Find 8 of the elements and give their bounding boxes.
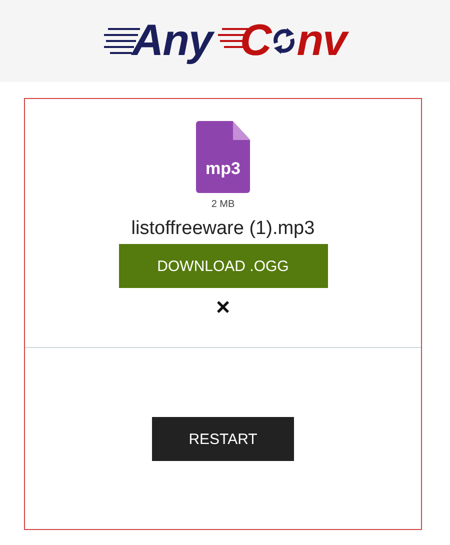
refresh-arrows-icon — [270, 25, 297, 57]
file-name: listoffreeware (1).mp3 — [131, 218, 315, 240]
file-icon: mp3 — [196, 121, 250, 193]
logo-text: nv — [296, 16, 346, 66]
download-button[interactable]: DOWNLOAD .OGG — [118, 244, 328, 288]
remove-button[interactable]: × — [212, 294, 234, 322]
file-size: 2 MB — [211, 199, 235, 210]
restart-button[interactable]: RESTART — [152, 417, 294, 461]
